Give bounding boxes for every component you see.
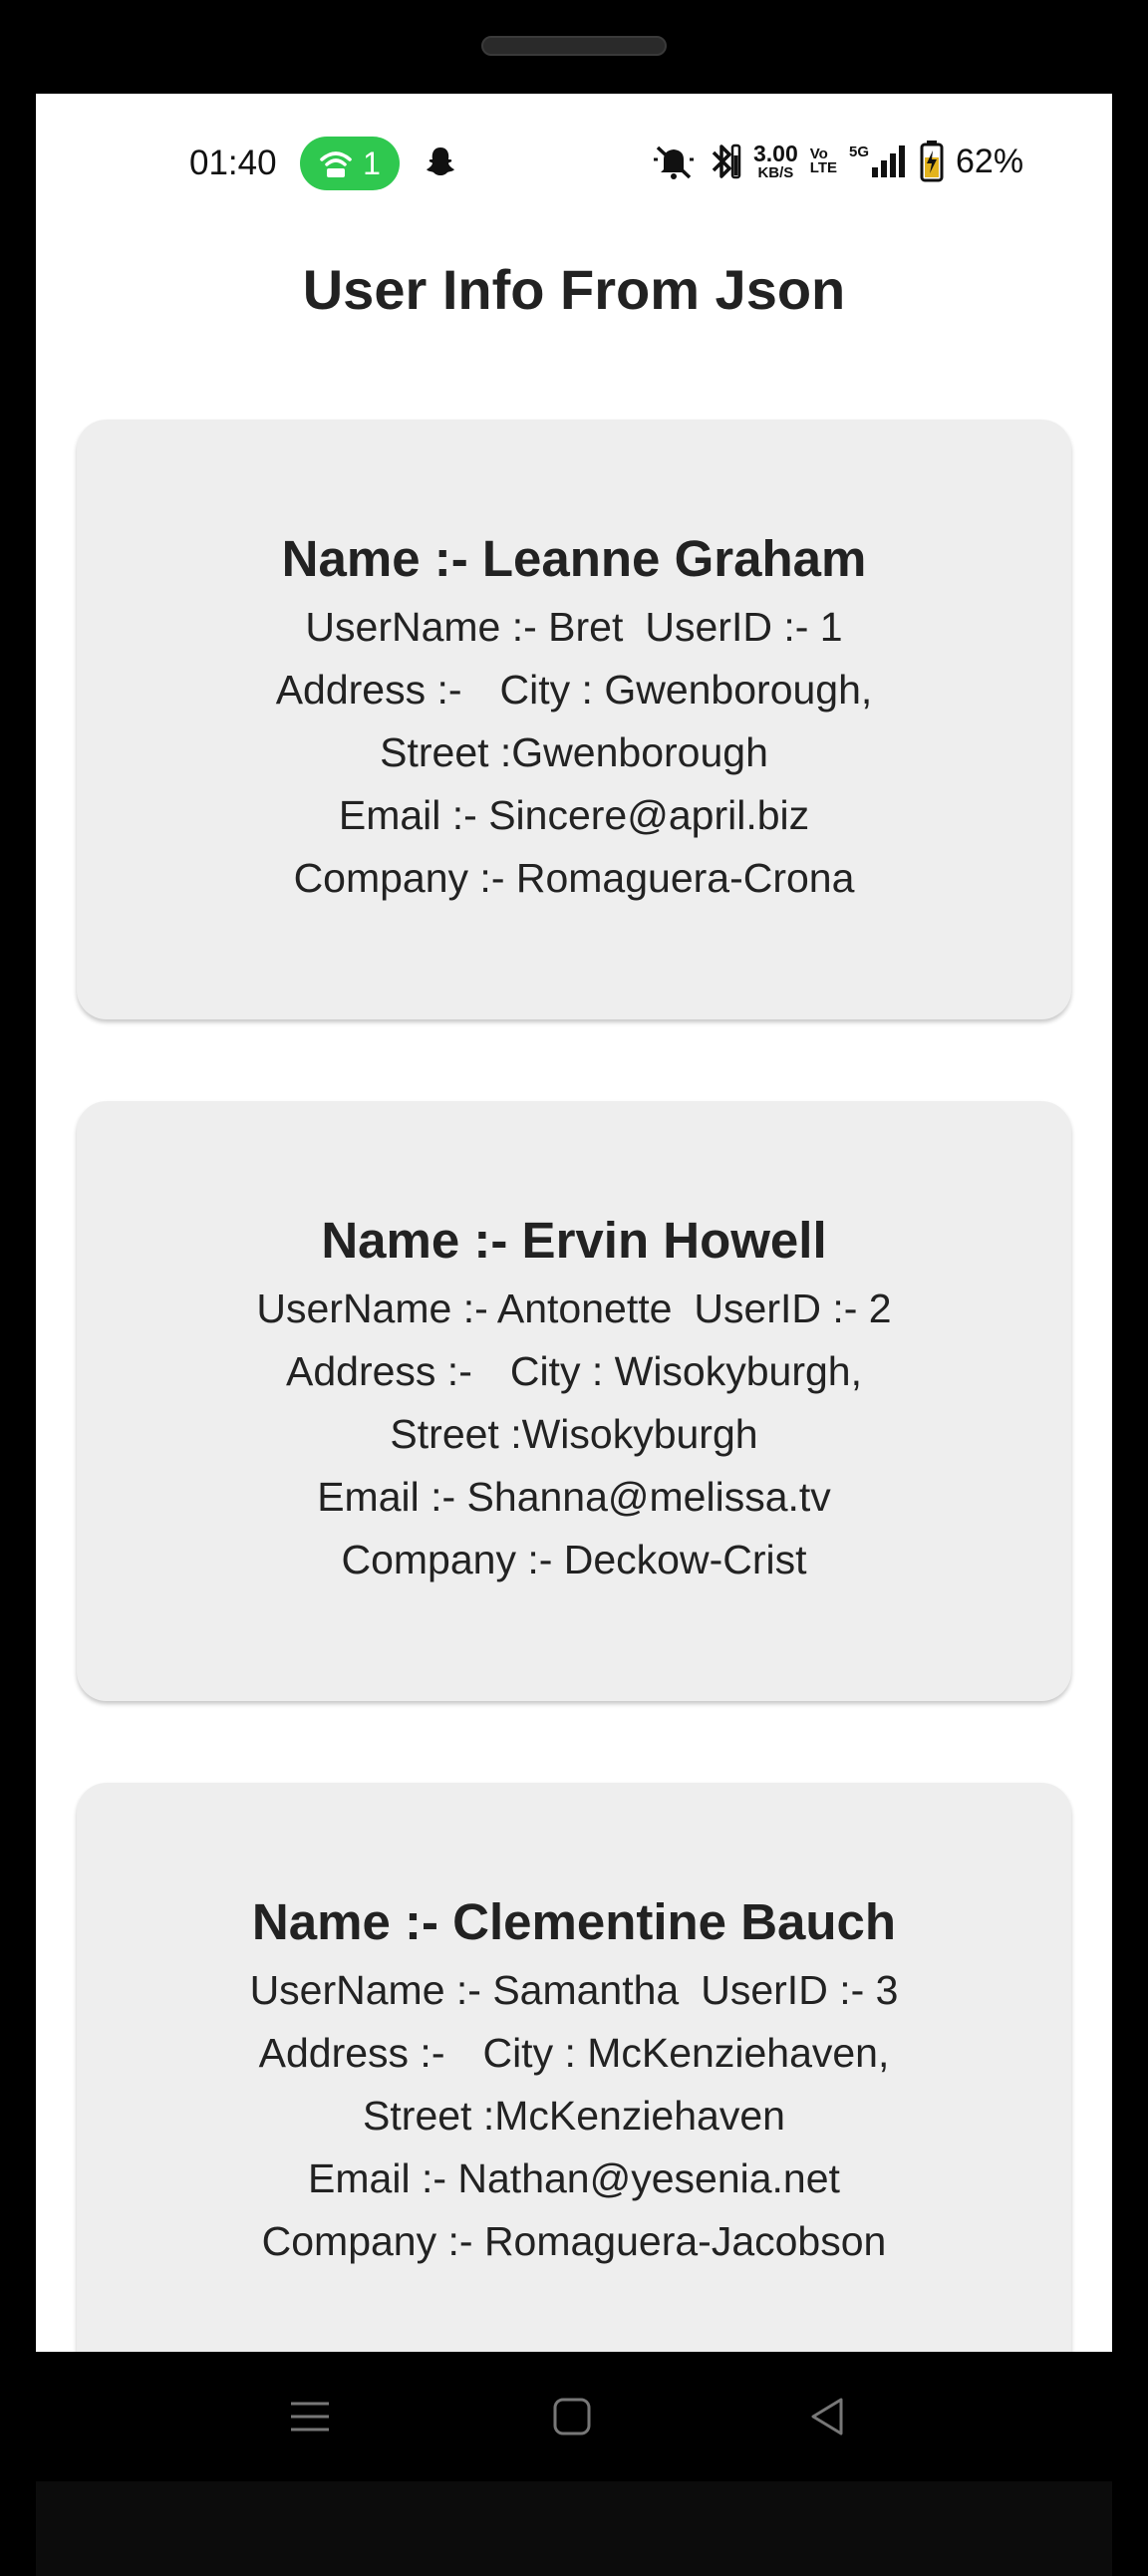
user-address-label: Address :- [275,667,462,713]
status-clock: 01:40 [189,143,277,182]
status-icons: 3.00 KB/S Vo LTE 5G 62% [652,140,1023,183]
user-username: UserName :- Bret [305,604,624,650]
network-type: 5G [848,143,869,160]
user-street: Street :McKenziehaven [363,2093,785,2139]
battery-charging-icon [920,141,944,182]
user-id: UserID :- 3 [701,1967,899,2013]
user-name: Name :- Ervin Howell [321,1212,827,1269]
user-card[interactable]: Name :- Ervin Howell UserName :- Antonet… [77,1101,1071,1701]
status-bar: 01:40 1 3.00 KB/S Vo LTE 5G 62% [36,94,1112,213]
user-username-row: UserName :- Bret UserID :- 1 [305,596,842,659]
user-address-row: Address :- City : Gwenborough, [276,659,873,721]
hotspot-icon [320,151,352,177]
app-screen: 01:40 1 3.00 KB/S Vo LTE 5G 62% User Inf… [36,94,1112,2352]
user-name: Name :- Clementine Bauch [251,1893,897,1950]
phone-bottom-bezel [36,2481,1112,2576]
user-username-row: UserName :- Antonette UserID :- 2 [256,1278,891,1340]
user-city: City : Wisokyburgh, [509,1348,862,1394]
home-icon[interactable] [547,2392,597,2441]
signal-group: 5G [848,143,908,177]
user-address-row: Address :- City : McKenziehaven, [259,2022,890,2085]
user-address-row: Address :- City : Wisokyburgh, [286,1340,862,1403]
user-company: Company :- Romaguera-Crona [293,855,855,901]
user-card[interactable]: Name :- Clementine Bauch UserName :- Sam… [77,1783,1071,2352]
back-icon[interactable] [803,2392,853,2441]
net-speed-unit: KB/S [757,163,794,181]
volte-bottom: LTE [809,159,837,176]
user-email: Email :- Nathan@yesenia.net [308,2155,840,2201]
signal-icon [872,145,905,177]
hotspot-indicator[interactable]: 1 [300,137,400,190]
user-username-row: UserName :- Samantha UserID :- 3 [250,1959,899,2022]
page-title: User Info From Json [302,258,846,321]
user-username: UserName :- Samantha [249,1967,680,2013]
bluetooth-icon [712,143,741,179]
hotspot-count: 1 [363,144,381,181]
user-address-label: Address :- [258,2030,445,2076]
phone-frame: 01:40 1 3.00 KB/S Vo LTE 5G 62% User Inf… [0,0,1148,2576]
menu-icon[interactable] [285,2392,335,2441]
user-id: UserID :- 2 [694,1286,892,1331]
user-email: Email :- Shanna@melissa.tv [317,1474,831,1520]
user-city: City : Gwenborough, [499,667,873,713]
user-street: Street :Wisokyburgh [390,1411,758,1457]
net-speed: 3.00 KB/S [753,140,798,181]
user-address-label: Address :- [286,1348,472,1394]
volte-indicator: Vo LTE [809,146,837,176]
user-name: Name :- Leanne Graham [281,530,867,587]
battery-percent: 62% [956,142,1024,180]
user-city: City : McKenziehaven, [482,2030,890,2076]
user-company: Company :- Romaguera-Jacobson [261,2218,887,2264]
user-street: Street :Gwenborough [380,729,768,775]
user-id: UserID :- 1 [645,604,843,650]
user-company: Company :- Deckow-Crist [341,1537,807,1582]
snapchat-icon [427,147,454,175]
user-username: UserName :- Antonette [256,1286,673,1331]
navigation-bar [36,2352,1112,2481]
mute-icon [654,145,694,179]
user-card[interactable]: Name :- Leanne Graham UserName :- Bret Us… [77,420,1071,1019]
earpiece-speaker [481,36,667,56]
user-email: Email :- Sincere@april.biz [338,792,810,838]
net-speed-value: 3.00 [753,140,798,166]
